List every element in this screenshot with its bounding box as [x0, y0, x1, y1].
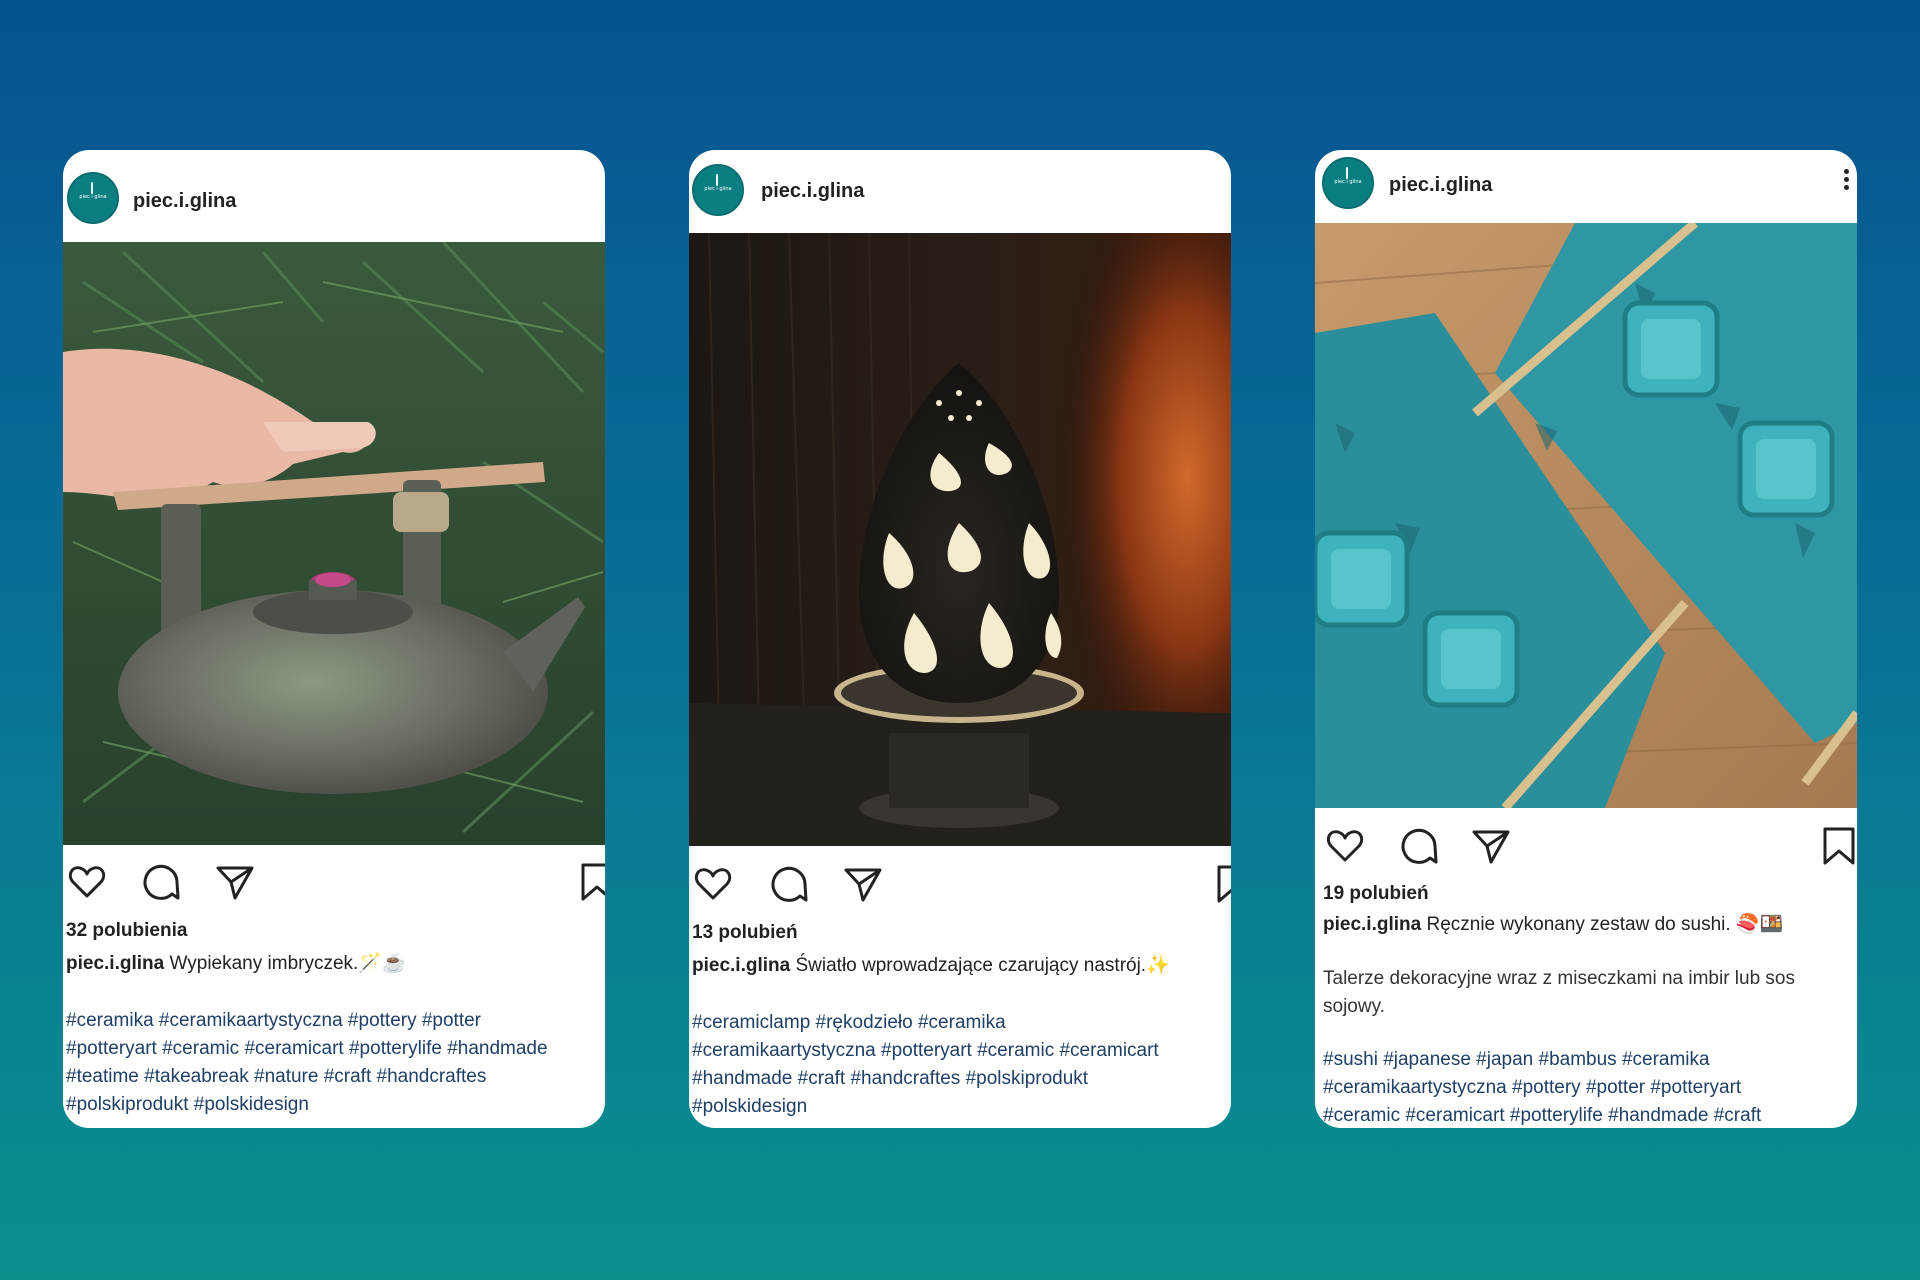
heart-icon[interactable]: [65, 860, 109, 904]
profile-avatar[interactable]: piec i glina: [692, 164, 744, 216]
avatar-label: piec i glina: [1334, 179, 1362, 185]
heart-icon[interactable]: [691, 862, 735, 906]
share-icon[interactable]: [841, 862, 885, 906]
share-icon[interactable]: [1469, 824, 1513, 868]
hashtag-line[interactable]: #potteryart #ceramic #ceramicart #potter…: [66, 1035, 603, 1063]
post-card-sushi-set: piec i glina piec.i.glina 19 polubień pi…: [1315, 150, 1857, 1128]
bookmark-icon[interactable]: [1211, 862, 1231, 906]
caption-text: Wypiekany imbryczek.🪄☕: [169, 953, 406, 974]
likes-count[interactable]: 19 polubień: [1323, 883, 1429, 905]
lamp-photo: [689, 233, 1231, 846]
likes-count[interactable]: 13 polubień: [692, 922, 798, 944]
hashtag-line[interactable]: #ceramika #ceramikaartystyczna #pottery …: [66, 1007, 603, 1035]
post-photo[interactable]: [63, 242, 605, 845]
profile-avatar[interactable]: piec i glina: [67, 172, 119, 224]
username[interactable]: piec.i.glina: [133, 190, 236, 213]
caption-username[interactable]: piec.i.glina: [66, 953, 164, 974]
bookmark-icon[interactable]: [575, 860, 605, 904]
caption-username[interactable]: piec.i.glina: [1323, 914, 1421, 935]
hashtag-line[interactable]: #polskiprodukt #polskidesign: [66, 1091, 603, 1119]
post-photo[interactable]: [689, 233, 1231, 846]
sushi-set-photo: [1315, 223, 1857, 808]
post-actions: [689, 862, 1231, 906]
comment-icon[interactable]: [1397, 824, 1441, 868]
post-card-lamp: piec i glina piec.i.glina 13 polubień pi…: [689, 150, 1231, 1128]
hashtag-line[interactable]: #ceramiclamp #rękodzieło #ceramika: [692, 1009, 1229, 1037]
post-caption: piec.i.glina Światło wprowadzające czaru…: [692, 952, 1225, 980]
post-hashtags: #sushi #japanese #japan #bambus #ceramik…: [1323, 1046, 1855, 1128]
hashtag-line[interactable]: #ceramikaartystyczna #pottery #potter #p…: [1323, 1074, 1855, 1102]
post-header: piec i glina piec.i.glina: [63, 150, 605, 240]
caption-text: Światło wprowadzające czarujący nastrój.…: [795, 955, 1170, 976]
teapot-photo: [63, 242, 605, 845]
caption-body: Talerze dekoracyjne wraz z miseczkami na…: [1323, 968, 1795, 1017]
post-header: piec i glina piec.i.glina: [689, 150, 1231, 240]
post-photo[interactable]: [1315, 223, 1857, 808]
post-caption: piec.i.glina Ręcznie wykonany zestaw do …: [1323, 911, 1851, 939]
hashtag-line[interactable]: #sushi #japanese #japan #bambus #ceramik…: [1323, 1046, 1855, 1074]
avatar-label: piec i glina: [79, 194, 107, 200]
post-card-teapot: piec i glina piec.i.glina 32 polubienia …: [63, 150, 605, 1128]
post-actions: [63, 860, 605, 904]
hashtag-line[interactable]: #ceramic #ceramicart #potterylife #handm…: [1323, 1102, 1855, 1128]
post-hashtags: #ceramika #ceramikaartystyczna #pottery …: [66, 1007, 603, 1119]
more-options-icon[interactable]: [1841, 166, 1851, 196]
share-icon[interactable]: [213, 860, 257, 904]
caption-text: Ręcznie wykonany zestaw do sushi. 🍣🍱: [1426, 914, 1784, 935]
profile-avatar[interactable]: piec i glina: [1322, 157, 1374, 209]
hashtag-line[interactable]: #ceramikaartystyczna #potteryart #cerami…: [692, 1037, 1229, 1065]
username[interactable]: piec.i.glina: [761, 180, 864, 203]
post-hashtags: #ceramiclamp #rękodzieło #ceramika #cera…: [692, 1009, 1229, 1121]
username[interactable]: piec.i.glina: [1389, 174, 1492, 197]
avatar-label: piec i glina: [704, 186, 732, 192]
comment-icon[interactable]: [767, 862, 811, 906]
post-caption: piec.i.glina Wypiekany imbryczek.🪄☕: [66, 950, 599, 978]
bookmark-icon[interactable]: [1817, 824, 1857, 868]
hashtag-line[interactable]: #polskidesign: [692, 1093, 1229, 1121]
hashtag-line[interactable]: #teatime #takeabreak #nature #craft #han…: [66, 1063, 603, 1091]
comment-icon[interactable]: [139, 860, 183, 904]
likes-count[interactable]: 32 polubienia: [66, 920, 187, 942]
heart-icon[interactable]: [1323, 824, 1367, 868]
hashtag-line[interactable]: #handmade #craft #handcraftes #polskipro…: [692, 1065, 1229, 1093]
caption-username[interactable]: piec.i.glina: [692, 955, 790, 976]
post-actions: [1315, 824, 1857, 868]
